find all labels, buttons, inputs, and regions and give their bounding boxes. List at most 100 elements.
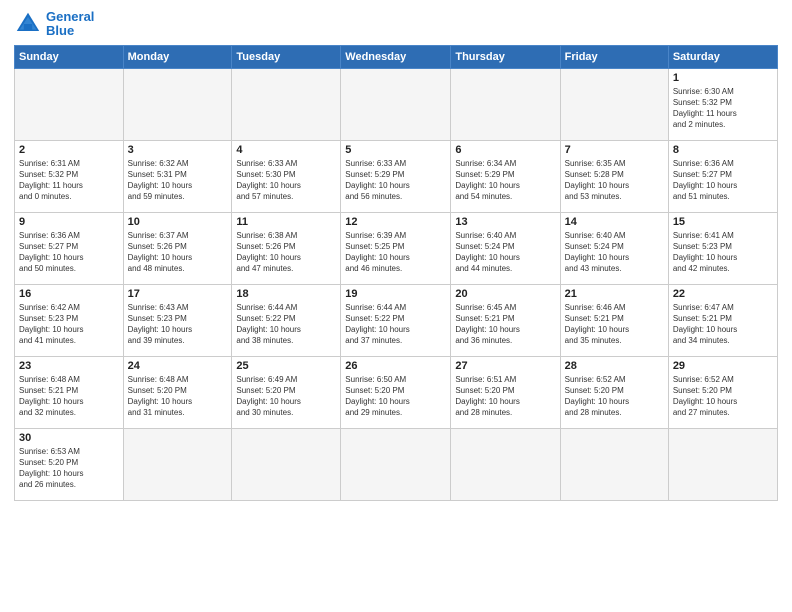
day-number: 9	[19, 216, 119, 228]
week-row-6: 30 Sunrise: 6:53 AM Sunset: 5:20 PM Dayli…	[15, 428, 778, 500]
day-cell: 8 Sunrise: 6:36 AM Sunset: 5:27 PM Daylig…	[668, 140, 777, 212]
day-cell	[15, 68, 124, 140]
day-number: 30	[19, 432, 119, 444]
day-info: Sunrise: 6:47 AM Sunset: 5:21 PM Dayligh…	[673, 302, 773, 347]
day-info: Sunrise: 6:30 AM Sunset: 5:32 PM Dayligh…	[673, 86, 773, 131]
day-number: 21	[565, 288, 664, 300]
day-number: 2	[19, 144, 119, 156]
day-info: Sunrise: 6:40 AM Sunset: 5:24 PM Dayligh…	[565, 230, 664, 275]
day-cell	[232, 68, 341, 140]
day-cell: 29 Sunrise: 6:52 AM Sunset: 5:20 PM Dayli…	[668, 356, 777, 428]
day-info: Sunrise: 6:35 AM Sunset: 5:28 PM Dayligh…	[565, 158, 664, 203]
weekday-monday: Monday	[123, 45, 232, 68]
day-cell: 2 Sunrise: 6:31 AM Sunset: 5:32 PM Daylig…	[15, 140, 124, 212]
day-number: 20	[455, 288, 555, 300]
day-cell	[560, 68, 668, 140]
weekday-sunday: Sunday	[15, 45, 124, 68]
day-info: Sunrise: 6:33 AM Sunset: 5:29 PM Dayligh…	[345, 158, 446, 203]
day-cell: 27Sunrise: 6:51 AM Sunset: 5:20 PM Dayli…	[451, 356, 560, 428]
day-number: 25	[236, 360, 336, 372]
day-info: Sunrise: 6:53 AM Sunset: 5:20 PM Dayligh…	[19, 446, 119, 491]
week-row-1: 1 Sunrise: 6:30 AM Sunset: 5:32 PM Daylig…	[15, 68, 778, 140]
weekday-wednesday: Wednesday	[341, 45, 451, 68]
day-info: Sunrise: 6:52 AM Sunset: 5:20 PM Dayligh…	[565, 374, 664, 419]
day-info: Sunrise: 6:36 AM Sunset: 5:27 PM Dayligh…	[673, 158, 773, 203]
week-row-5: 23 Sunrise: 6:48 AM Sunset: 5:21 PM Dayli…	[15, 356, 778, 428]
day-cell: 9Sunrise: 6:36 AM Sunset: 5:27 PM Daylig…	[15, 212, 124, 284]
day-number: 7	[565, 144, 664, 156]
day-cell: 21Sunrise: 6:46 AM Sunset: 5:21 PM Dayli…	[560, 284, 668, 356]
calendar: SundayMondayTuesdayWednesdayThursdayFrid…	[14, 45, 778, 501]
day-number: 27	[455, 360, 555, 372]
weekday-header-row: SundayMondayTuesdayWednesdayThursdayFrid…	[15, 45, 778, 68]
day-cell: 12Sunrise: 6:39 AM Sunset: 5:25 PM Dayli…	[341, 212, 451, 284]
day-number: 15	[673, 216, 773, 228]
day-cell	[451, 428, 560, 500]
day-cell: 19Sunrise: 6:44 AM Sunset: 5:22 PM Dayli…	[341, 284, 451, 356]
week-row-4: 16Sunrise: 6:42 AM Sunset: 5:23 PM Dayli…	[15, 284, 778, 356]
day-number: 12	[345, 216, 446, 228]
day-number: 17	[128, 288, 228, 300]
day-cell: 24 Sunrise: 6:48 AM Sunset: 5:20 PM Dayli…	[123, 356, 232, 428]
day-cell: 23 Sunrise: 6:48 AM Sunset: 5:21 PM Dayli…	[15, 356, 124, 428]
day-cell: 14 Sunrise: 6:40 AM Sunset: 5:24 PM Dayli…	[560, 212, 668, 284]
day-info: Sunrise: 6:40 AM Sunset: 5:24 PM Dayligh…	[455, 230, 555, 275]
logo-icon	[14, 10, 42, 38]
day-number: 24	[128, 360, 228, 372]
day-info: Sunrise: 6:31 AM Sunset: 5:32 PM Dayligh…	[19, 158, 119, 203]
day-cell	[232, 428, 341, 500]
day-info: Sunrise: 6:37 AM Sunset: 5:26 PM Dayligh…	[128, 230, 228, 275]
day-info: Sunrise: 6:38 AM Sunset: 5:26 PM Dayligh…	[236, 230, 336, 275]
day-info: Sunrise: 6:34 AM Sunset: 5:29 PM Dayligh…	[455, 158, 555, 203]
day-number: 23	[19, 360, 119, 372]
logo-text: General Blue	[46, 10, 94, 39]
day-cell: 7 Sunrise: 6:35 AM Sunset: 5:28 PM Daylig…	[560, 140, 668, 212]
day-info: Sunrise: 6:41 AM Sunset: 5:23 PM Dayligh…	[673, 230, 773, 275]
day-number: 10	[128, 216, 228, 228]
day-cell: 5 Sunrise: 6:33 AM Sunset: 5:29 PM Daylig…	[341, 140, 451, 212]
page: General Blue SundayMondayTuesdayWednesda…	[0, 0, 792, 612]
day-cell	[668, 428, 777, 500]
logo: General Blue	[14, 10, 94, 39]
day-cell: 6 Sunrise: 6:34 AM Sunset: 5:29 PM Daylig…	[451, 140, 560, 212]
day-cell: 30 Sunrise: 6:53 AM Sunset: 5:20 PM Dayli…	[15, 428, 124, 500]
day-cell: 22 Sunrise: 6:47 AM Sunset: 5:21 PM Dayli…	[668, 284, 777, 356]
day-info: Sunrise: 6:52 AM Sunset: 5:20 PM Dayligh…	[673, 374, 773, 419]
day-number: 5	[345, 144, 446, 156]
day-cell: 15 Sunrise: 6:41 AM Sunset: 5:23 PM Dayli…	[668, 212, 777, 284]
day-number: 29	[673, 360, 773, 372]
day-cell	[451, 68, 560, 140]
day-cell: 26Sunrise: 6:50 AM Sunset: 5:20 PM Dayli…	[341, 356, 451, 428]
day-info: Sunrise: 6:48 AM Sunset: 5:21 PM Dayligh…	[19, 374, 119, 419]
day-number: 8	[673, 144, 773, 156]
day-cell	[123, 68, 232, 140]
day-number: 11	[236, 216, 336, 228]
day-info: Sunrise: 6:44 AM Sunset: 5:22 PM Dayligh…	[236, 302, 336, 347]
day-info: Sunrise: 6:33 AM Sunset: 5:30 PM Dayligh…	[236, 158, 336, 203]
day-number: 26	[345, 360, 446, 372]
day-number: 18	[236, 288, 336, 300]
day-info: Sunrise: 6:48 AM Sunset: 5:20 PM Dayligh…	[128, 374, 228, 419]
day-info: Sunrise: 6:45 AM Sunset: 5:21 PM Dayligh…	[455, 302, 555, 347]
day-cell: 10 Sunrise: 6:37 AM Sunset: 5:26 PM Dayli…	[123, 212, 232, 284]
day-cell: 17 Sunrise: 6:43 AM Sunset: 5:23 PM Dayli…	[123, 284, 232, 356]
logo-general: General	[46, 9, 94, 24]
day-cell: 3 Sunrise: 6:32 AM Sunset: 5:31 PM Daylig…	[123, 140, 232, 212]
day-number: 22	[673, 288, 773, 300]
weekday-thursday: Thursday	[451, 45, 560, 68]
day-number: 1	[673, 72, 773, 84]
day-info: Sunrise: 6:43 AM Sunset: 5:23 PM Dayligh…	[128, 302, 228, 347]
day-number: 4	[236, 144, 336, 156]
day-cell	[341, 68, 451, 140]
day-cell: 25Sunrise: 6:49 AM Sunset: 5:20 PM Dayli…	[232, 356, 341, 428]
day-cell: 18 Sunrise: 6:44 AM Sunset: 5:22 PM Dayli…	[232, 284, 341, 356]
day-info: Sunrise: 6:44 AM Sunset: 5:22 PM Dayligh…	[345, 302, 446, 347]
weekday-friday: Friday	[560, 45, 668, 68]
day-number: 28	[565, 360, 664, 372]
day-number: 16	[19, 288, 119, 300]
day-number: 3	[128, 144, 228, 156]
day-number: 14	[565, 216, 664, 228]
day-info: Sunrise: 6:32 AM Sunset: 5:31 PM Dayligh…	[128, 158, 228, 203]
day-number: 6	[455, 144, 555, 156]
day-cell: 1 Sunrise: 6:30 AM Sunset: 5:32 PM Daylig…	[668, 68, 777, 140]
